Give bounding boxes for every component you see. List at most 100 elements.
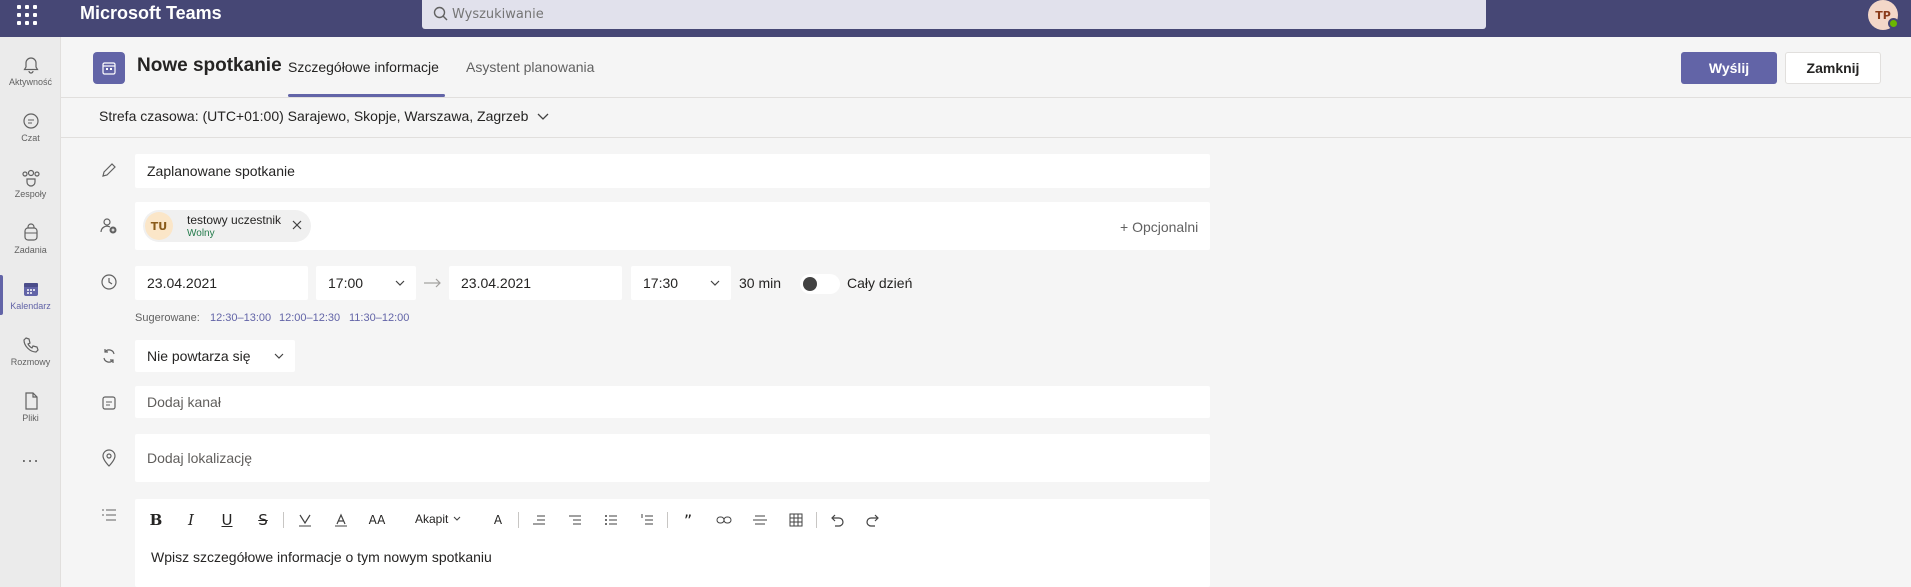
suggestion-slot[interactable]: 12:30–13:00 bbox=[210, 312, 271, 324]
divider bbox=[61, 137, 1911, 138]
location-field[interactable]: Dodaj lokalizację bbox=[135, 434, 1210, 482]
bold-icon[interactable]: B bbox=[145, 509, 167, 531]
meeting-header: Nowe spotkanie Szczegółowe informacje As… bbox=[61, 37, 1911, 98]
undo-icon[interactable] bbox=[826, 509, 848, 531]
attendee-chip[interactable]: TU testowy uczestnik Wolny bbox=[143, 210, 311, 242]
underline-icon[interactable]: U bbox=[216, 509, 238, 531]
bulleted-list-icon[interactable] bbox=[600, 509, 622, 531]
top-bar: Microsoft Teams TP bbox=[0, 0, 1911, 37]
channel-placeholder: Dodaj kanał bbox=[147, 394, 221, 410]
rail-item-more[interactable]: ... bbox=[0, 435, 61, 491]
link-icon[interactable] bbox=[713, 509, 735, 531]
location-placeholder: Dodaj lokalizację bbox=[147, 450, 253, 466]
all-day-toggle[interactable] bbox=[800, 274, 840, 294]
rail-item-teams[interactable]: Zespoły bbox=[0, 155, 61, 211]
attendee-status: Wolny bbox=[187, 228, 215, 239]
toolbar-separator bbox=[283, 512, 284, 528]
start-time-value: 17:00 bbox=[328, 275, 364, 291]
horizontal-rule-icon[interactable] bbox=[749, 509, 771, 531]
channel-icon bbox=[102, 396, 116, 410]
end-date-field[interactable]: 23.04.2021 bbox=[449, 266, 622, 300]
font-color-icon[interactable] bbox=[330, 509, 352, 531]
suggestion-slot[interactable]: 11:30–12:00 bbox=[349, 312, 409, 324]
phone-icon bbox=[22, 337, 39, 353]
increase-indent-icon[interactable] bbox=[564, 509, 586, 531]
clear-formatting-icon[interactable]: A bbox=[487, 509, 509, 531]
toolbar-separator bbox=[518, 512, 519, 528]
clock-icon bbox=[101, 274, 117, 290]
rail-label: Zadania bbox=[14, 245, 47, 255]
teams-icon bbox=[21, 169, 40, 187]
close-button[interactable]: Zamknij bbox=[1785, 52, 1881, 84]
search-input[interactable] bbox=[452, 3, 1452, 25]
duration-label: 30 min bbox=[739, 275, 782, 291]
font-size-icon[interactable]: AA bbox=[366, 509, 388, 531]
start-date-field[interactable]: 23.04.2021 bbox=[135, 266, 308, 300]
editor-placeholder: Wpisz szczegółowe informacje o tym nowym… bbox=[151, 549, 492, 565]
repeat-value: Nie powtarza się bbox=[147, 348, 251, 364]
search-icon bbox=[433, 6, 448, 21]
highlight-icon[interactable] bbox=[294, 509, 316, 531]
tab-active-indicator bbox=[288, 94, 445, 97]
chevron-down-icon bbox=[453, 516, 461, 521]
details-list-icon bbox=[102, 509, 116, 521]
rail-label: Rozmowy bbox=[10, 357, 51, 367]
chevron-down-icon bbox=[395, 280, 405, 286]
meeting-details-editor[interactable]: B I U S AA Akapit A ” Wpisz szczegółowe … bbox=[135, 499, 1210, 587]
bell-icon bbox=[22, 57, 39, 74]
title-field[interactable]: Zaplanowane spotkanie bbox=[135, 154, 1210, 188]
table-icon[interactable] bbox=[785, 509, 807, 531]
more-icon: ... bbox=[21, 447, 40, 466]
end-date-value: 23.04.2021 bbox=[461, 275, 532, 291]
decrease-indent-icon[interactable] bbox=[528, 509, 550, 531]
arrow-right-icon bbox=[424, 278, 441, 288]
rail-item-calls[interactable]: Rozmowy bbox=[0, 323, 61, 379]
numbered-list-icon[interactable] bbox=[636, 509, 658, 531]
toolbar-separator bbox=[667, 512, 668, 528]
calendar-badge-icon bbox=[93, 52, 125, 84]
attendee-avatar: TU bbox=[145, 212, 173, 240]
send-button[interactable]: Wyślij bbox=[1681, 52, 1777, 84]
timezone-label: Strefa czasowa: (UTC+01:00) Sarajewo, Sk… bbox=[99, 108, 529, 124]
app-rail: Aktywność Czat Zespoły Zadania Kalendarz… bbox=[0, 37, 61, 587]
tab-details[interactable]: Szczegółowe informacje bbox=[288, 59, 439, 75]
attendee-name: testowy uczestnik bbox=[187, 213, 282, 227]
toolbar-separator bbox=[816, 512, 817, 528]
rail-label: Czat bbox=[21, 133, 40, 143]
strikethrough-icon[interactable]: S bbox=[252, 509, 274, 531]
rail-label: Pliki bbox=[22, 413, 39, 423]
rail-item-files[interactable]: Pliki bbox=[0, 379, 61, 435]
rail-item-activity[interactable]: Aktywność bbox=[0, 43, 61, 99]
tab-scheduling-assistant[interactable]: Asystent planowania bbox=[466, 59, 594, 75]
quote-icon[interactable]: ” bbox=[677, 509, 699, 531]
search-box[interactable] bbox=[422, 0, 1486, 29]
italic-icon[interactable]: I bbox=[180, 509, 202, 531]
chevron-down-icon bbox=[274, 353, 284, 359]
end-time-select[interactable]: 17:30 bbox=[631, 266, 731, 300]
rail-item-chat[interactable]: Czat bbox=[0, 99, 61, 155]
repeat-icon bbox=[103, 349, 115, 363]
remove-attendee-icon[interactable] bbox=[289, 217, 305, 233]
rail-label: Zespoły bbox=[14, 189, 47, 199]
calendar-icon bbox=[23, 283, 38, 296]
tasks-icon bbox=[23, 223, 38, 241]
toggle-knob bbox=[803, 277, 817, 291]
app-title: Microsoft Teams bbox=[80, 3, 222, 23]
rail-label: Kalendarz bbox=[10, 301, 51, 311]
paragraph-style-select[interactable]: Akapit bbox=[415, 512, 462, 526]
chevron-down-icon bbox=[710, 280, 720, 286]
rail-item-calendar[interactable]: Kalendarz bbox=[0, 267, 61, 323]
suggestion-slot[interactable]: 12:00–12:30 bbox=[279, 312, 340, 324]
timezone-selector[interactable]: Strefa czasowa: (UTC+01:00) Sarajewo, Sk… bbox=[99, 108, 550, 124]
file-icon bbox=[24, 392, 38, 410]
rail-item-tasks[interactable]: Zadania bbox=[0, 211, 61, 267]
redo-icon[interactable] bbox=[862, 509, 884, 531]
channel-field[interactable]: Dodaj kanał bbox=[135, 386, 1210, 418]
repeat-select[interactable]: Nie powtarza się bbox=[135, 340, 295, 372]
start-date-value: 23.04.2021 bbox=[147, 275, 218, 291]
optional-attendees-link[interactable]: + Opcjonalni bbox=[1120, 219, 1198, 235]
start-time-select[interactable]: 17:00 bbox=[316, 266, 416, 300]
chevron-down-icon bbox=[537, 113, 549, 120]
end-time-value: 17:30 bbox=[643, 275, 679, 291]
app-launcher-icon[interactable] bbox=[14, 2, 40, 28]
